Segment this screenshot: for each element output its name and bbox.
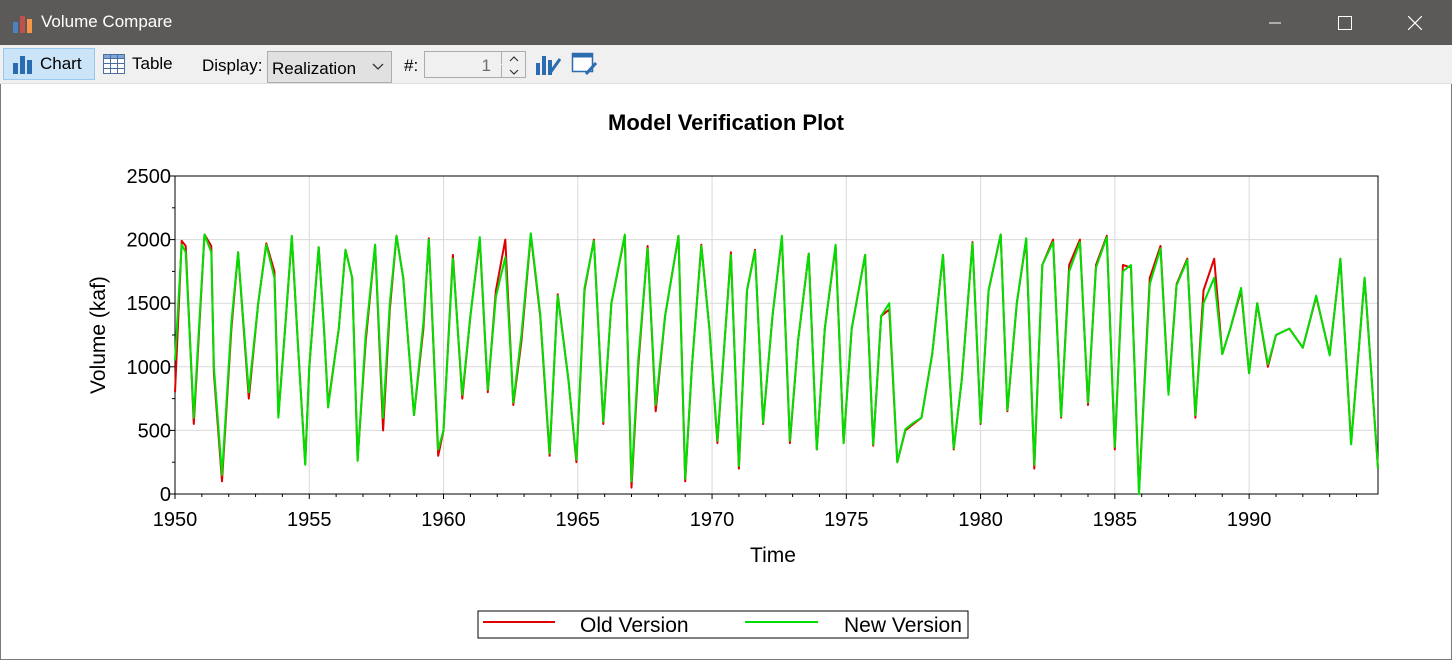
spin-down-button[interactable]: [501, 65, 526, 77]
x-tick-label: 1975: [824, 509, 869, 531]
chart-tab-label: Chart: [40, 54, 82, 73]
chart-series: [174, 232, 1379, 495]
volume-chart[interactable]: Model Verification Plot 1950 1955 1960 1965…: [0, 84, 1452, 660]
realization-number-value: 1: [481, 56, 491, 75]
chevron-up-icon: [509, 56, 519, 62]
chevron-down-icon: [509, 69, 519, 75]
display-select[interactable]: Realization: [267, 51, 392, 83]
close-button[interactable]: [1380, 0, 1450, 45]
y-tick-label: 500: [138, 420, 171, 442]
table-tab-label: Table: [132, 54, 173, 73]
legend-old-label: Old Version: [580, 614, 689, 637]
display-label: Display:: [202, 56, 263, 75]
x-tick-label: 1950: [153, 509, 198, 531]
x-tick-label: 1980: [958, 509, 1003, 531]
plot-frame: [174, 175, 1379, 495]
window-properties-button[interactable]: [571, 51, 599, 77]
series-new-version-line: [174, 232, 1379, 495]
y-tick-label: 2000: [127, 230, 172, 252]
x-axis-label: Time: [750, 544, 796, 567]
number-label: #:: [404, 56, 419, 75]
maximize-button[interactable]: [1310, 0, 1380, 45]
minimize-button[interactable]: [1240, 0, 1310, 45]
bar-chart-icon: [13, 56, 32, 74]
y-axis-label: Volume (kaf): [87, 276, 110, 394]
chart-grid: [175, 176, 1378, 494]
y-tick-label: 1500: [127, 293, 172, 315]
window-title: Volume Compare: [41, 12, 173, 31]
x-tick-label: 1965: [556, 509, 601, 531]
window-settings-icon: [571, 52, 598, 76]
minimize-icon: [1269, 22, 1281, 23]
x-tick-label: 1960: [421, 509, 466, 531]
x-tick-label: 1990: [1227, 509, 1272, 531]
chart-tab[interactable]: Chart: [3, 48, 95, 80]
x-tick-label: 1955: [287, 509, 332, 531]
x-tick-label: 1985: [1093, 509, 1138, 531]
x-tick-label: 1970: [690, 509, 735, 531]
chevron-down-icon: [372, 63, 384, 70]
y-tick-label: 0: [160, 484, 171, 506]
y-tick-label: 1000: [127, 357, 172, 379]
chart-legend: Old Version New Version: [477, 610, 969, 639]
chart-settings-icon: [536, 56, 562, 75]
display-select-value: Realization: [272, 59, 357, 78]
legend-new-label: New Version: [844, 614, 962, 637]
maximize-icon: [1338, 15, 1352, 30]
spin-up-button[interactable]: [501, 52, 526, 64]
chart-properties-button[interactable]: [534, 51, 562, 77]
chart-title: Model Verification Plot: [608, 110, 845, 135]
y-tick-label: 2500: [127, 166, 172, 188]
table-icon: [103, 54, 125, 74]
bar-chart-icon: [13, 16, 32, 33]
close-icon: [1408, 15, 1422, 30]
realization-number-stepper[interactable]: 1: [424, 51, 526, 78]
toolbar: Chart Table Display: #:: [0, 45, 1452, 84]
title-bar[interactable]: Volume Compare: [0, 0, 1452, 45]
table-tab[interactable]: Table: [103, 48, 183, 80]
